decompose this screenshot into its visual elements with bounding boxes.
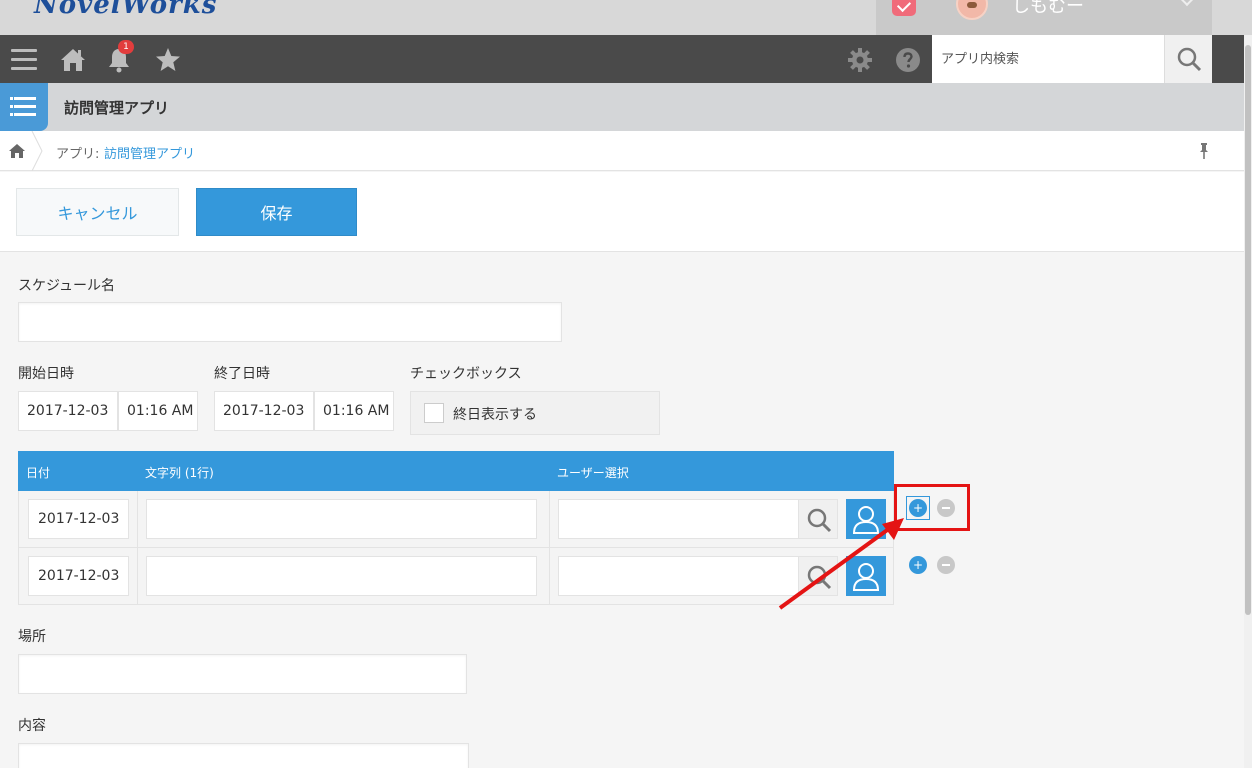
content-field[interactable]: [18, 743, 469, 768]
breadcrumb-prefix: アプリ:: [56, 147, 100, 162]
search-button[interactable]: [1164, 35, 1212, 83]
location-field[interactable]: [18, 654, 467, 694]
table-row: 2017-12-03: [18, 491, 894, 548]
column-header-date: 日付: [26, 466, 51, 480]
all-day-checkbox[interactable]: [424, 403, 444, 423]
start-date-field[interactable]: 2017-12-03: [18, 391, 118, 431]
row-text-field[interactable]: [146, 499, 537, 539]
search-icon: [1177, 47, 1202, 72]
checkbox-group-label: チェックボックス: [410, 366, 522, 382]
home-icon[interactable]: [9, 144, 25, 158]
row-date-field[interactable]: 2017-12-03: [28, 556, 129, 596]
end-time-field[interactable]: 01:16 AM: [314, 391, 394, 431]
location-label: 場所: [18, 629, 46, 645]
avatar: [956, 0, 988, 20]
content-label: 内容: [18, 718, 46, 734]
schedule-name-label: スケジュール名: [18, 278, 116, 294]
table-row: 2017-12-03: [18, 548, 894, 605]
save-button[interactable]: 保存: [196, 188, 357, 236]
start-datetime-label: 開始日時: [18, 366, 74, 382]
app-list-icon: [0, 83, 48, 131]
remove-row-icon[interactable]: [937, 556, 955, 574]
mail-icon: [892, 0, 916, 16]
breadcrumb-link[interactable]: 訪問管理アプリ: [104, 143, 195, 162]
column-header-text: 文字列 (1行): [145, 466, 214, 480]
user-menu[interactable]: しもむー: [932, 0, 1212, 35]
column-header-user: ユーザー選択: [557, 466, 629, 480]
global-nav: 1: [0, 35, 1244, 83]
user-name: しもむー: [1012, 0, 1084, 17]
brand-bar: NovelWorks しもむー: [0, 0, 1252, 35]
home-icon[interactable]: [60, 47, 86, 73]
all-day-checkbox-group: 終日表示する: [410, 391, 660, 435]
gear-icon[interactable]: [847, 47, 873, 73]
app-header: 訪問管理アプリ: [0, 83, 1244, 131]
row-date-field[interactable]: 2017-12-03: [28, 499, 129, 539]
row-user-field[interactable]: [558, 499, 799, 539]
logo[interactable]: NovelWorks: [34, 0, 217, 20]
end-datetime-label: 終了日時: [214, 366, 270, 382]
chevron-down-icon: [1179, 0, 1195, 7]
mail-button[interactable]: [876, 0, 932, 35]
schedule-name-field[interactable]: [18, 302, 562, 342]
action-bar: キャンセル 保存: [0, 172, 1244, 252]
help-icon[interactable]: [895, 47, 921, 73]
breadcrumb-separator: [31, 131, 43, 171]
page-title: 訪問管理アプリ: [64, 99, 170, 117]
scrollbar-thumb[interactable]: [1245, 45, 1251, 615]
breadcrumb: アプリ: 訪問管理アプリ: [0, 131, 1244, 171]
all-day-checkbox-label[interactable]: 終日表示する: [453, 404, 537, 424]
scrollbar[interactable]: [1244, 35, 1252, 768]
cancel-button[interactable]: キャンセル: [16, 188, 179, 236]
search-input[interactable]: [932, 35, 1164, 83]
notification-badge: 1: [118, 40, 134, 54]
pin-icon[interactable]: [1197, 143, 1211, 159]
subtable-header: 日付 文字列 (1行) ユーザー選択: [18, 451, 894, 491]
start-time-field[interactable]: 01:16 AM: [118, 391, 198, 431]
annotation-arrow-icon: [778, 518, 904, 610]
end-date-field[interactable]: 2017-12-03: [214, 391, 314, 431]
row-user-field[interactable]: [558, 556, 799, 596]
star-icon[interactable]: [155, 47, 181, 73]
add-row-icon[interactable]: +: [909, 556, 927, 574]
menu-icon[interactable]: [11, 47, 37, 73]
row-text-field[interactable]: [146, 556, 537, 596]
app-search: [932, 35, 1212, 83]
